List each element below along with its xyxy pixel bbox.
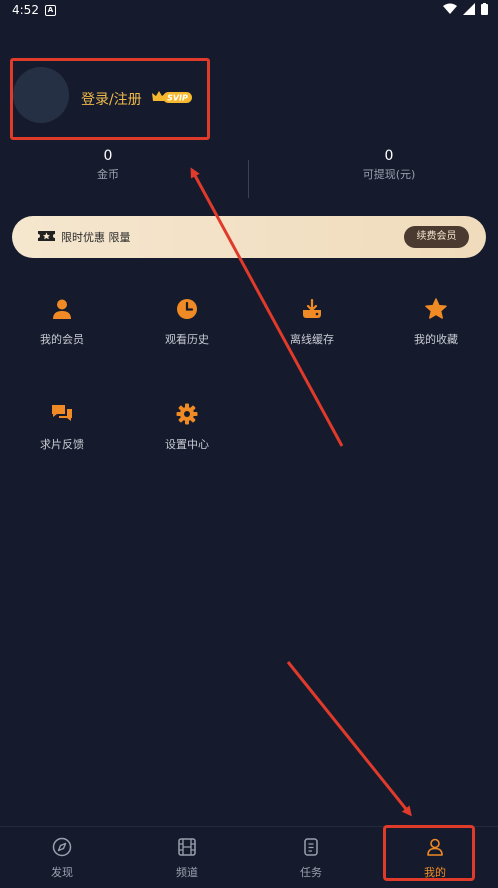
vip-promo-banner[interactable]: 限时优惠 限量 续费会员 [12,216,486,258]
status-bar: 4:52 A [0,0,498,22]
notification-icon: A [45,5,56,16]
nav-label: 任务 [300,866,322,879]
menu-label: 观看历史 [165,333,209,346]
nav-tab-tasks[interactable]: 任务 [271,837,351,880]
renew-membership-button[interactable]: 续费会员 [404,226,469,248]
menu-item-feedback[interactable]: 求片反馈 [7,403,117,452]
menu-item-settings[interactable]: 设置中心 [132,403,242,452]
withdrawable-value: 0 [384,148,394,164]
task-icon [304,838,318,856]
menu-item-history[interactable]: 观看历史 [132,298,242,347]
nav-label: 发现 [51,866,73,879]
nav-tab-discover[interactable]: 发现 [22,837,102,880]
battery-icon [481,3,488,15]
ticket-icon [38,231,55,241]
film-icon [178,838,196,856]
menu-label: 求片反馈 [40,438,84,451]
profile-highlight-box [10,58,210,140]
person-icon [53,299,71,319]
coins-value: 0 [103,148,113,164]
status-icons [443,3,488,15]
menu-label: 离线缓存 [290,333,334,346]
coins-label: 金币 [97,168,119,181]
nav-highlight-box [383,825,475,881]
compass-icon [52,837,72,857]
nav-label: 频道 [176,866,198,879]
vip-promo-text: 限时优惠 限量 [61,231,131,244]
withdrawable-label: 可提现(元) [362,168,416,181]
menu-item-offline-cache[interactable]: 离线缓存 [257,298,367,347]
chat-icon [52,405,72,421]
nav-tab-channels[interactable]: 频道 [147,837,227,880]
menu-label: 设置中心 [165,438,209,451]
menu-label: 我的会员 [40,333,84,346]
signal-icon [463,3,475,15]
gear-icon [176,403,198,425]
clock-icon [177,299,197,319]
status-time: 4:52 [12,3,39,17]
arrow-to-my-tab [286,661,412,817]
wifi-icon [443,3,457,14]
stat-divider [248,160,249,198]
coins-stat[interactable]: 0 金币 [68,148,148,182]
star-icon [425,298,447,319]
menu-item-membership[interactable]: 我的会员 [7,298,117,347]
menu-item-favorites[interactable]: 我的收藏 [381,298,491,347]
menu-label: 我的收藏 [414,333,458,346]
withdrawable-stat[interactable]: 0 可提现(元) [339,148,439,182]
download-icon [303,298,321,318]
